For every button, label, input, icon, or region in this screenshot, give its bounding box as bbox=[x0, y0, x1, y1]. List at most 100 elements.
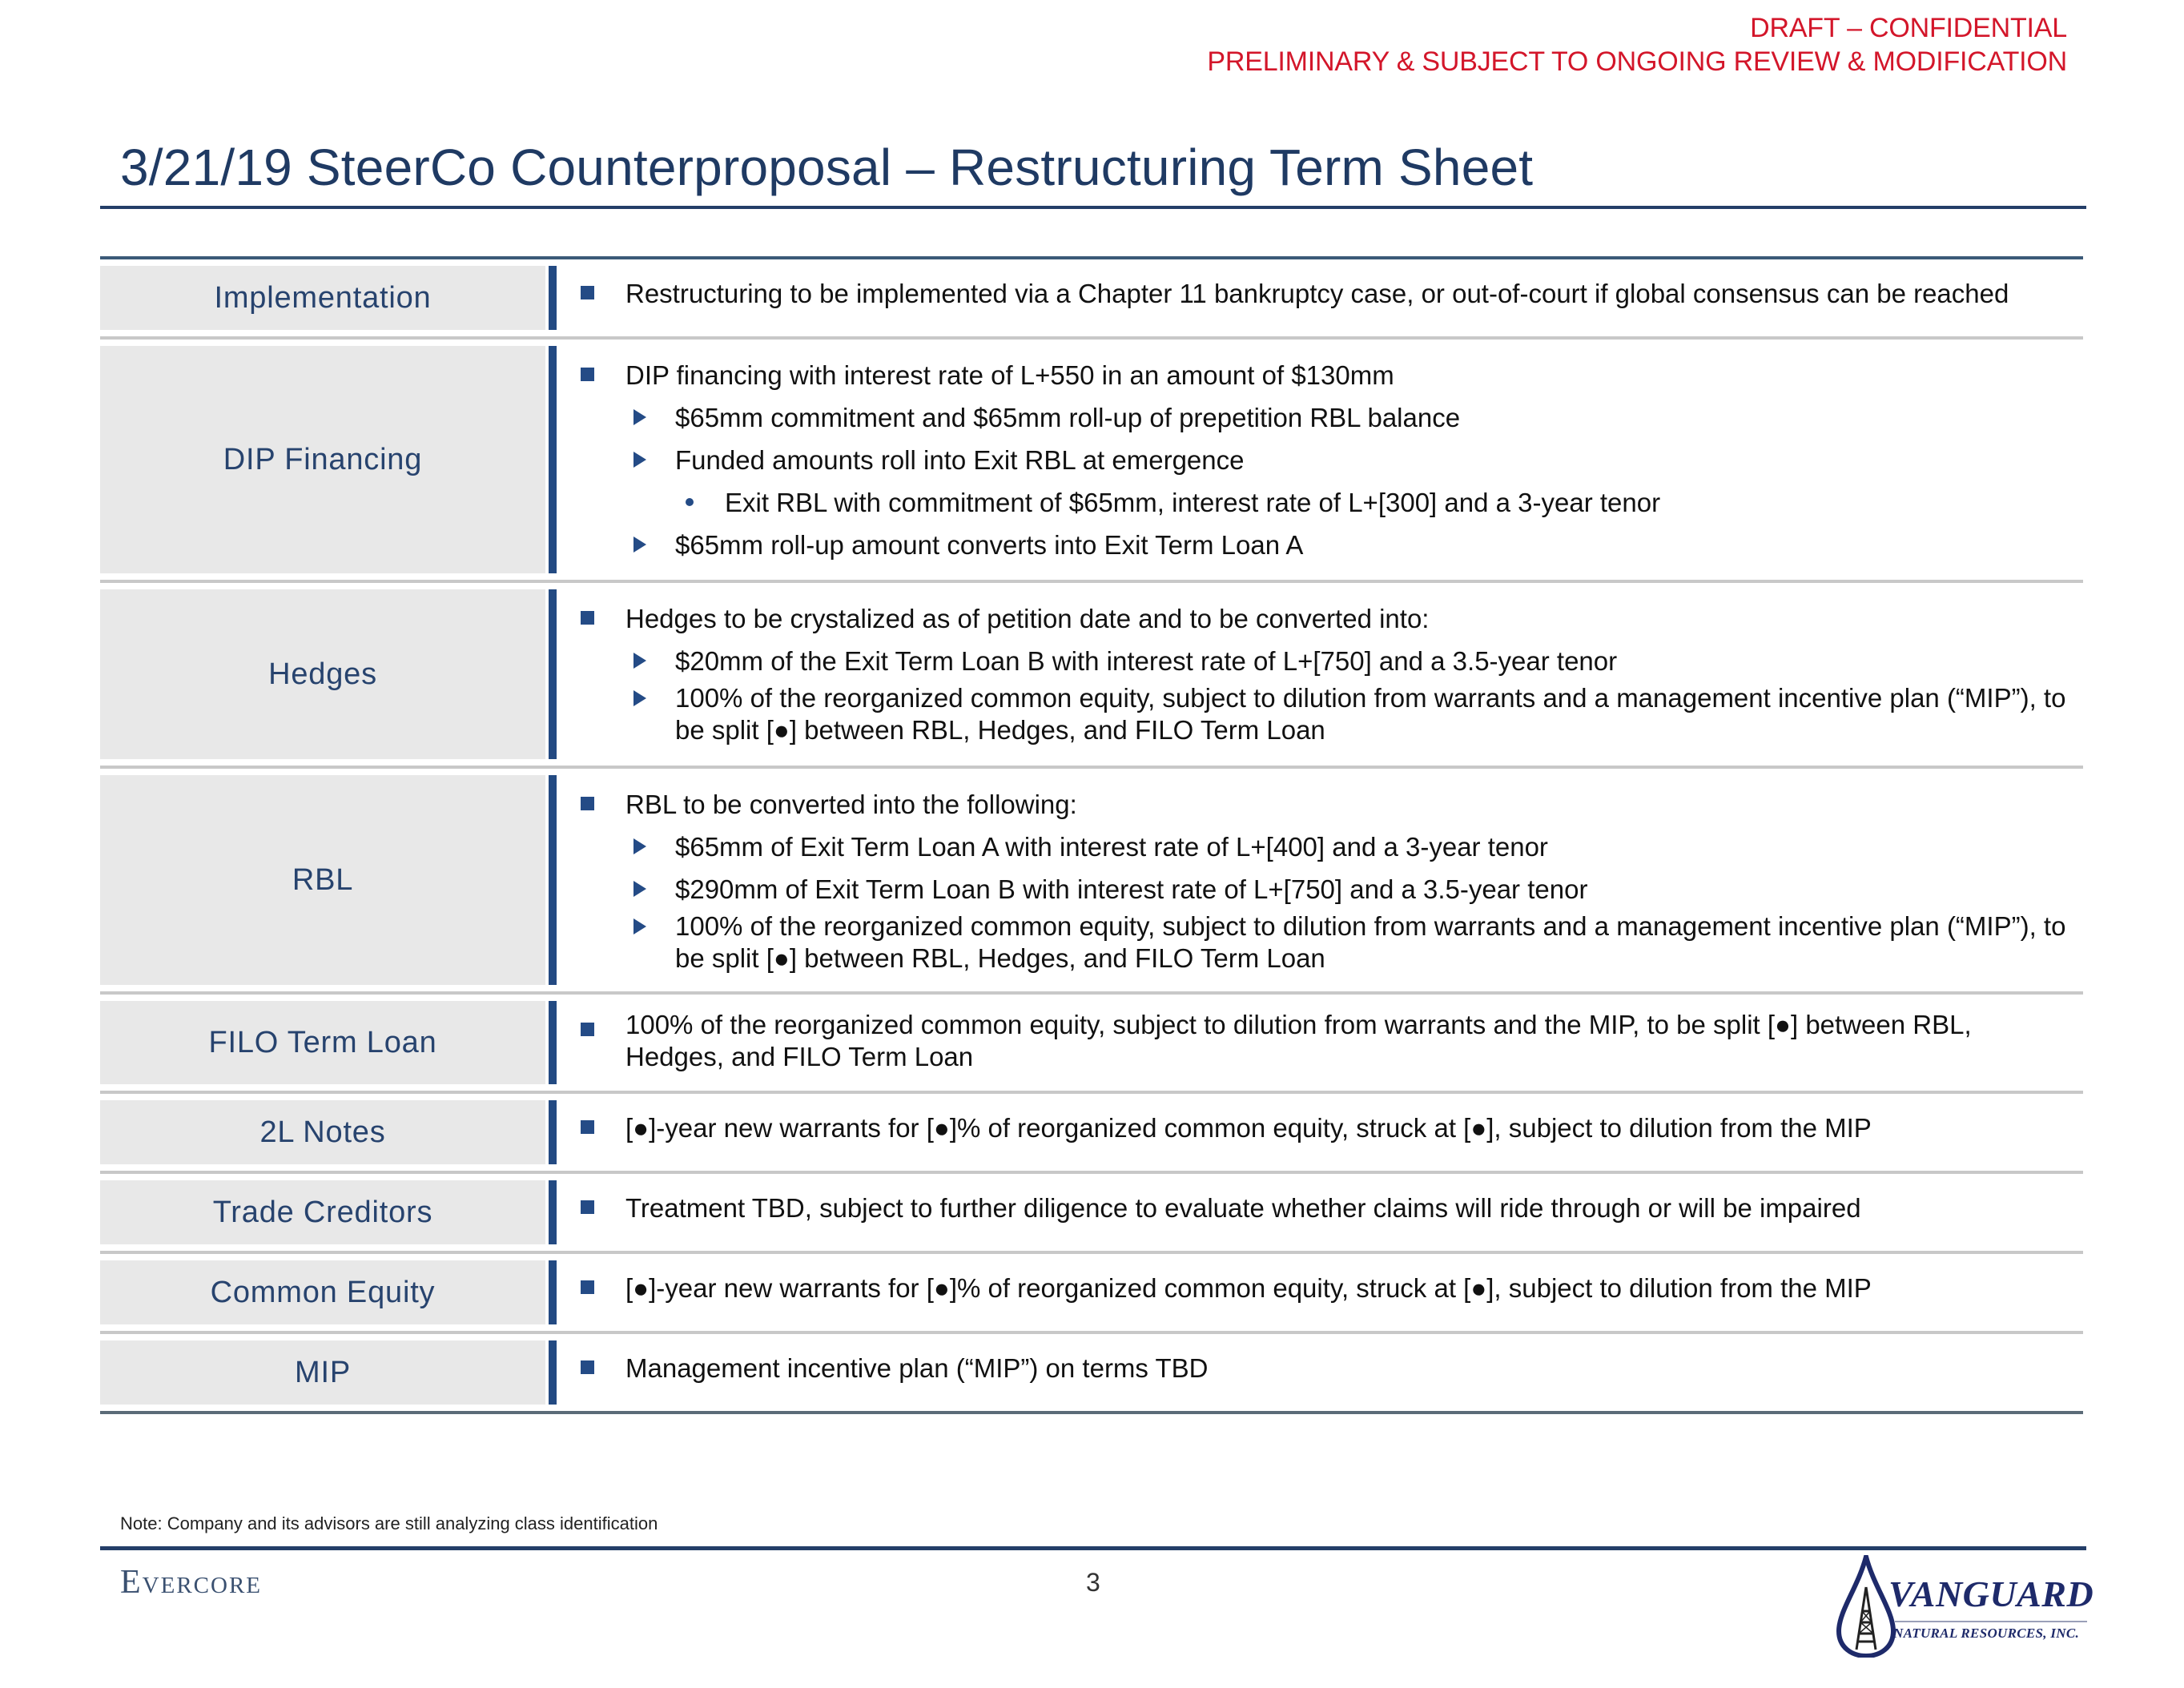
bullet-item: Exit RBL with commitment of $65mm, inter… bbox=[579, 481, 2067, 524]
term-sheet-rows: Implementation Restructuring to be implem… bbox=[100, 259, 2083, 1411]
term-row: Hedges Hedges to be crystalized as of pet… bbox=[100, 583, 2083, 766]
bullet-text: $290mm of Exit Term Loan B with interest… bbox=[675, 874, 1588, 904]
row-label: MIP bbox=[100, 1340, 545, 1405]
term-row: MIP Management incentive plan (“MIP”) on … bbox=[100, 1334, 2083, 1411]
bullet-text: $20mm of the Exit Term Loan B with inter… bbox=[675, 646, 1618, 676]
title-divider bbox=[100, 206, 2086, 209]
bullet-item: 100% of the reorganized common equity, s… bbox=[579, 1009, 2067, 1073]
bullet-item: Funded amounts roll into Exit RBL at eme… bbox=[579, 439, 2067, 481]
bullet-item: Treatment TBD, subject to further dilige… bbox=[579, 1187, 2067, 1229]
row-accent-bar bbox=[549, 346, 557, 573]
bullet-item: Hedges to be crystalized as of petition … bbox=[579, 597, 2067, 640]
row-accent-bar bbox=[549, 266, 557, 330]
bullet-text: $65mm of Exit Term Loan A with interest … bbox=[675, 832, 1548, 862]
row-content: Treatment TBD, subject to further dilige… bbox=[557, 1174, 2083, 1251]
triangle-bullet-icon bbox=[633, 690, 646, 706]
row-content: [●]-year new warrants for [●]% of reorga… bbox=[557, 1094, 2083, 1171]
bullet-item: $290mm of Exit Term Loan B with interest… bbox=[579, 868, 2067, 910]
row-label: Common Equity bbox=[100, 1260, 545, 1324]
vanguard-logo: VANGUARD NATURAL RESOURCES, INC. bbox=[1826, 1555, 2094, 1659]
bullet-text: Hedges to be crystalized as of petition … bbox=[625, 604, 1430, 633]
bullet-text: [●]-year new warrants for [●]% of reorga… bbox=[625, 1273, 1872, 1303]
bullet-item: Management incentive plan (“MIP”) on ter… bbox=[579, 1347, 2067, 1389]
bullet-text: Treatment TBD, subject to further dilige… bbox=[625, 1193, 1861, 1223]
bullet-text: DIP financing with interest rate of L+55… bbox=[625, 360, 1394, 390]
term-row: Implementation Restructuring to be implem… bbox=[100, 259, 2083, 336]
row-content: DIP financing with interest rate of L+55… bbox=[557, 340, 2083, 580]
footnote: Note: Company and its advisors are still… bbox=[120, 1513, 658, 1533]
page-number: 3 bbox=[1086, 1568, 1100, 1597]
row-accent-bar bbox=[549, 775, 557, 985]
bullet-text: Exit RBL with commitment of $65mm, inter… bbox=[725, 488, 1661, 517]
row-content: [●]-year new warrants for [●]% of reorga… bbox=[557, 1254, 2083, 1331]
vanguard-name: VANGUARD bbox=[1888, 1573, 2094, 1614]
term-row: Trade Creditors Treatment TBD, subject to… bbox=[100, 1174, 2083, 1251]
triangle-bullet-icon bbox=[633, 838, 646, 854]
bullet-item: [●]-year new warrants for [●]% of reorga… bbox=[579, 1267, 2067, 1309]
draft-confidential-banner: DRAFT – CONFIDENTIAL PRELIMINARY & SUBJE… bbox=[1207, 11, 2067, 78]
row-label: Hedges bbox=[100, 589, 545, 759]
row-accent-bar bbox=[549, 1001, 557, 1084]
triangle-bullet-icon bbox=[633, 918, 646, 934]
triangle-bullet-icon bbox=[633, 653, 646, 669]
bullet-text: 100% of the reorganized common equity, s… bbox=[625, 1010, 1972, 1071]
row-label: RBL bbox=[100, 775, 545, 985]
term-row: FILO Term Loan 100% of the reorganized co… bbox=[100, 995, 2083, 1091]
term-sheet-table: Implementation Restructuring to be implem… bbox=[100, 256, 2083, 1414]
row-accent-bar bbox=[549, 1100, 557, 1164]
square-bullet-icon bbox=[581, 1280, 594, 1294]
bullet-item: [●]-year new warrants for [●]% of reorga… bbox=[579, 1107, 2067, 1149]
square-bullet-icon bbox=[581, 1023, 594, 1036]
square-bullet-icon bbox=[581, 286, 594, 299]
table-bottom-rule bbox=[100, 1411, 2083, 1414]
draft-line-1: DRAFT – CONFIDENTIAL bbox=[1750, 13, 2067, 43]
triangle-bullet-icon bbox=[633, 881, 646, 897]
row-content: Restructuring to be implemented via a Ch… bbox=[557, 259, 2083, 336]
bullet-item: 100% of the reorganized common equity, s… bbox=[579, 682, 2067, 746]
row-accent-bar bbox=[549, 1180, 557, 1244]
square-bullet-icon bbox=[581, 1120, 594, 1134]
row-label: Trade Creditors bbox=[100, 1180, 545, 1244]
draft-line-2: PRELIMINARY & SUBJECT TO ONGOING REVIEW … bbox=[1207, 46, 2067, 77]
bullet-text: [●]-year new warrants for [●]% of reorga… bbox=[625, 1113, 1872, 1143]
row-content: RBL to be converted into the following: $… bbox=[557, 769, 2083, 991]
bullet-item: 100% of the reorganized common equity, s… bbox=[579, 910, 2067, 975]
evercore-logo: Evercore bbox=[120, 1564, 262, 1601]
row-label: DIP Financing bbox=[100, 346, 545, 573]
term-row: RBL RBL to be converted into the followin… bbox=[100, 769, 2083, 991]
term-row: 2L Notes [●]-year new warrants for [●]% o… bbox=[100, 1094, 2083, 1171]
bullet-text: 100% of the reorganized common equity, s… bbox=[675, 683, 2066, 745]
footer-divider bbox=[100, 1546, 2086, 1550]
term-row: Common Equity [●]-year new warrants for [… bbox=[100, 1254, 2083, 1331]
square-bullet-icon bbox=[581, 797, 594, 810]
dot-bullet-icon bbox=[686, 498, 694, 506]
triangle-bullet-icon bbox=[633, 537, 646, 553]
bullet-text: Restructuring to be implemented via a Ch… bbox=[625, 279, 2009, 308]
bullet-item: $65mm commitment and $65mm roll-up of pr… bbox=[579, 396, 2067, 439]
logo-underline bbox=[1895, 1621, 2087, 1622]
square-bullet-icon bbox=[581, 611, 594, 625]
bullet-item: $65mm of Exit Term Loan A with interest … bbox=[579, 826, 2067, 868]
row-content: Hedges to be crystalized as of petition … bbox=[557, 583, 2083, 766]
row-label: FILO Term Loan bbox=[100, 1001, 545, 1084]
square-bullet-icon bbox=[581, 1360, 594, 1374]
vanguard-subtitle: NATURAL RESOURCES, INC. bbox=[1893, 1626, 2080, 1641]
bullet-text: $65mm commitment and $65mm roll-up of pr… bbox=[675, 403, 1461, 432]
bullet-item: $65mm roll-up amount converts into Exit … bbox=[579, 524, 2067, 566]
row-label: 2L Notes bbox=[100, 1100, 545, 1164]
square-bullet-icon bbox=[581, 368, 594, 381]
bullet-item: Restructuring to be implemented via a Ch… bbox=[579, 272, 2067, 315]
row-accent-bar bbox=[549, 1340, 557, 1405]
row-label: Implementation bbox=[100, 266, 545, 330]
row-content: Management incentive plan (“MIP”) on ter… bbox=[557, 1334, 2083, 1411]
square-bullet-icon bbox=[581, 1200, 594, 1214]
triangle-bullet-icon bbox=[633, 409, 646, 425]
bullet-item: DIP financing with interest rate of L+55… bbox=[579, 354, 2067, 396]
bullet-text: RBL to be converted into the following: bbox=[625, 790, 1077, 819]
bullet-text: Funded amounts roll into Exit RBL at eme… bbox=[675, 445, 1245, 475]
bullet-text: $65mm roll-up amount converts into Exit … bbox=[675, 530, 1304, 560]
page-title: 3/21/19 SteerCo Counterproposal – Restru… bbox=[120, 139, 1534, 196]
row-content: 100% of the reorganized common equity, s… bbox=[557, 995, 2083, 1091]
bullet-item: $20mm of the Exit Term Loan B with inter… bbox=[579, 640, 2067, 682]
bullet-text: Management incentive plan (“MIP”) on ter… bbox=[625, 1353, 1209, 1383]
